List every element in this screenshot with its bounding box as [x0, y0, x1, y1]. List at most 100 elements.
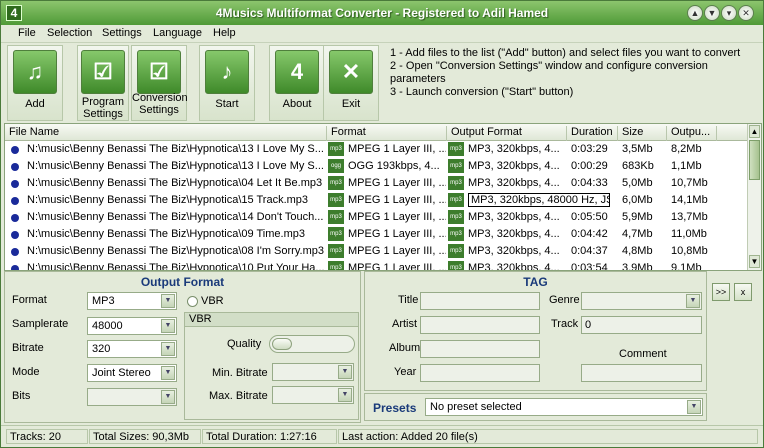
table-row[interactable]: N:\music\Benny Benassi The Biz\Hypnotica… [5, 141, 747, 158]
exit-button[interactable]: ✕ Exit [323, 45, 379, 121]
samplerate-select[interactable]: 48000 ▼ [87, 317, 177, 335]
chevron-down-icon: ▼ [686, 294, 700, 308]
table-row[interactable]: N:\music\Benny Benassi The Biz\Hypnotica… [5, 260, 747, 271]
about-button[interactable]: 4 About [269, 45, 325, 121]
cell-duration: 0:04:33 [571, 177, 608, 189]
menu-file[interactable]: File [18, 27, 36, 39]
file-list[interactable]: File Name Format Output Format Duration … [4, 123, 762, 271]
status-dot-icon [11, 214, 19, 222]
start-button[interactable]: ♪ Start [199, 45, 255, 121]
instruction-step: 2 - Open "Conversion Settings" window an… [390, 60, 708, 85]
cell-output-format[interactable]: MP3, 320kbps, 4... [468, 211, 566, 223]
status-total-duration: Total Duration: 1:27:16 [202, 429, 337, 444]
table-row[interactable]: N:\music\Benny Benassi The Biz\Hypnotica… [5, 226, 747, 243]
min-bitrate-select[interactable]: ▼ [272, 363, 354, 381]
add-button[interactable]: ♫ Add [7, 45, 63, 121]
toolbar: ♫ Add ☑ Program Settings ☑ Conversion Se… [1, 43, 763, 123]
tag-panel: TAG Title Artist Album Year Genre ▼ Trac… [364, 271, 707, 391]
restore-icon[interactable]: ▾ [721, 5, 737, 21]
status-total-sizes: Total Sizes: 90,3Mb [89, 429, 201, 444]
exit-x-icon: ✕ [329, 50, 373, 94]
max-bitrate-select[interactable]: ▼ [272, 386, 354, 404]
presets-value: No preset selected [430, 401, 522, 413]
menu-settings[interactable]: Settings [102, 27, 142, 39]
album-field[interactable] [420, 340, 540, 358]
output-badge-icon: mp3 [448, 261, 464, 270]
cell-output-format[interactable]: MP3, 320kbps, 4... [468, 245, 566, 257]
cell-format: MPEG 1 Layer III, ... [348, 245, 446, 257]
artist-label: Artist [392, 318, 418, 330]
bits-label: Bits [12, 390, 31, 402]
instruction-step: 3 - Launch conversion ("Start" button) [390, 86, 574, 98]
status-dot-icon [11, 231, 19, 239]
genre-select[interactable]: ▼ [581, 292, 702, 310]
table-row[interactable]: N:\music\Benny Benassi The Biz\Hypnotica… [5, 175, 747, 192]
cell-size: 683Kb [622, 160, 654, 172]
conversion-checklist-icon: ☑ [137, 50, 181, 94]
presets-select[interactable]: No preset selected ▼ [425, 398, 703, 416]
slider-thumb[interactable] [272, 338, 292, 350]
file-list-header: File Name Format Output Format Duration … [5, 124, 747, 141]
format-badge-icon: ogg [328, 159, 344, 173]
column-file-name[interactable]: File Name [5, 126, 327, 141]
cell-output-format[interactable]: MP3, 320kbps, 4... [468, 228, 566, 240]
vbr-checkbox[interactable] [187, 296, 198, 307]
cell-file-name: N:\music\Benny Benassi The Biz\Hypnotica… [27, 262, 325, 271]
bitrate-label: Bitrate [12, 342, 44, 354]
scroll-down-icon[interactable]: ▼ [749, 255, 760, 268]
menu-language[interactable]: Language [153, 27, 202, 39]
column-output-format[interactable]: Output Format [447, 126, 567, 141]
table-row[interactable]: N:\music\Benny Benassi The Biz\Hypnotica… [5, 209, 747, 226]
table-row[interactable]: N:\music\Benny Benassi The Biz\Hypnotica… [5, 158, 747, 175]
app-window: 4 4Musics Multiformat Converter - Regist… [0, 0, 764, 448]
cell-output-size: 1,1Mb [671, 160, 702, 172]
conversion-settings-button[interactable]: ☑ Conversion Settings [131, 45, 188, 121]
output-badge-icon: mp3 [448, 142, 464, 156]
cell-output-format[interactable]: MP3, 320kbps, 4... [468, 160, 566, 172]
cell-output-format[interactable]: MP3, 320kbps, 4... [468, 262, 566, 270]
chevron-down-icon: ▼ [161, 390, 175, 404]
title-bar: 4 4Musics Multiformat Converter - Regist… [1, 1, 763, 25]
scroll-up-icon[interactable]: ▲ [749, 125, 760, 138]
start-music-icon: ♪ [205, 50, 249, 94]
year-field[interactable] [420, 364, 540, 382]
cell-output-size: 13,7Mb [671, 211, 708, 223]
menu-help[interactable]: Help [213, 27, 236, 39]
cell-format: MPEG 1 Layer III, ... [348, 262, 446, 271]
close-icon[interactable]: ✕ [738, 5, 754, 21]
chevron-down-icon[interactable]: ▼ [704, 5, 720, 21]
column-size[interactable]: Size [618, 126, 667, 141]
column-duration[interactable]: Duration [567, 126, 618, 141]
format-select[interactable]: MP3 ▼ [87, 292, 177, 310]
table-row[interactable]: N:\music\Benny Benassi The Biz\Hypnotica… [5, 243, 747, 260]
comment-field[interactable] [581, 364, 702, 382]
cell-output-format[interactable]: MP3, 320kbps, 4... [468, 143, 566, 155]
artist-field[interactable] [420, 316, 540, 334]
output-badge-icon: mp3 [448, 193, 464, 207]
max-bitrate-label: Max. Bitrate [209, 390, 268, 402]
column-output-size[interactable]: Outpu... [667, 126, 717, 141]
chevron-down-icon: ▼ [687, 400, 701, 414]
scroll-thumb[interactable] [749, 140, 760, 180]
bits-select[interactable]: ▼ [87, 388, 177, 406]
vbr-checkbox-label: VBR [201, 295, 224, 307]
table-row[interactable]: N:\music\Benny Benassi The Biz\Hypnotica… [5, 192, 747, 209]
program-settings-button[interactable]: ☑ Program Settings [77, 45, 129, 121]
file-list-scrollbar[interactable]: ▲ ▼ [747, 124, 761, 270]
cell-duration: 0:04:42 [571, 228, 608, 240]
instruction-step: 1 - Add files to the list ("Add" button)… [390, 47, 741, 59]
copy-tags-button[interactable]: >> [712, 283, 730, 301]
minimize-icon[interactable]: ▲ [687, 5, 703, 21]
title-field[interactable] [420, 292, 540, 310]
quality-slider[interactable] [269, 335, 355, 353]
clear-tags-button[interactable]: x [734, 283, 752, 301]
column-format[interactable]: Format [327, 126, 447, 141]
mode-select[interactable]: Joint Stereo ▼ [87, 364, 177, 382]
bitrate-select[interactable]: 320 ▼ [87, 340, 177, 358]
menu-selection[interactable]: Selection [47, 27, 92, 39]
track-field[interactable]: 0 [581, 316, 702, 334]
cell-output-format[interactable]: MP3, 320kbps, 4... [468, 177, 566, 189]
cell-output-format[interactable]: MP3, 320kbps, 48000 Hz, JS [468, 193, 610, 207]
cell-output-size: 8,2Mb [671, 143, 702, 155]
chevron-down-icon: ▼ [161, 366, 175, 380]
